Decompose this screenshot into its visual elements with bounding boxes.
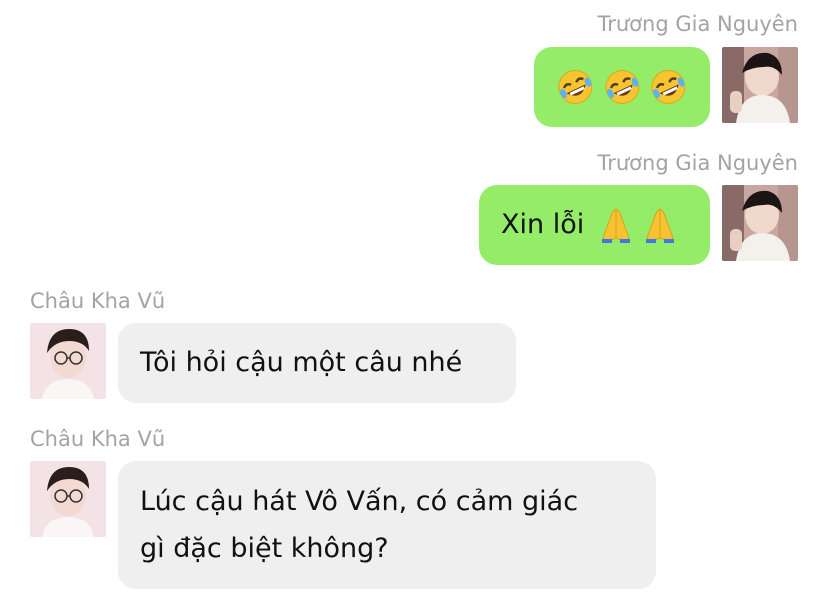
emoji-row (556, 67, 688, 107)
rofl-emoji-icon (649, 67, 688, 107)
rofl-emoji-icon (603, 67, 642, 107)
avatar[interactable] (722, 47, 798, 123)
message-text-line: gì đặc biệt không? (140, 533, 389, 564)
avatar[interactable] (30, 461, 106, 537)
folded-hands-emoji-icon (596, 205, 636, 245)
message-bubble-outgoing[interactable]: Xin lỗi (479, 185, 710, 265)
message-text-line: Lúc cậu hát Vô Vấn, có cảm giác (140, 486, 579, 517)
avatar[interactable] (722, 185, 798, 261)
sender-name: Trương Gia Nguyên (597, 151, 798, 175)
sender-name: Châu Kha Vũ (30, 427, 166, 451)
sender-name: Trương Gia Nguyên (597, 12, 798, 36)
avatar[interactable] (30, 323, 106, 399)
sender-name: Châu Kha Vũ (30, 289, 166, 313)
message-text: Xin lỗi (501, 209, 585, 240)
message-bubble-outgoing[interactable] (534, 47, 710, 127)
message-bubble-incoming[interactable]: Tôi hỏi cậu một câu nhé (118, 323, 516, 403)
folded-hands-emoji-icon (640, 205, 680, 245)
message-bubble-incoming[interactable]: Lúc cậu hát Vô Vấn, có cảm giác gì đặc b… (118, 461, 656, 589)
message-text: Tôi hỏi cậu một câu nhé (140, 347, 463, 378)
message-content: Xin lỗi (501, 203, 688, 247)
rofl-emoji-icon (556, 67, 595, 107)
